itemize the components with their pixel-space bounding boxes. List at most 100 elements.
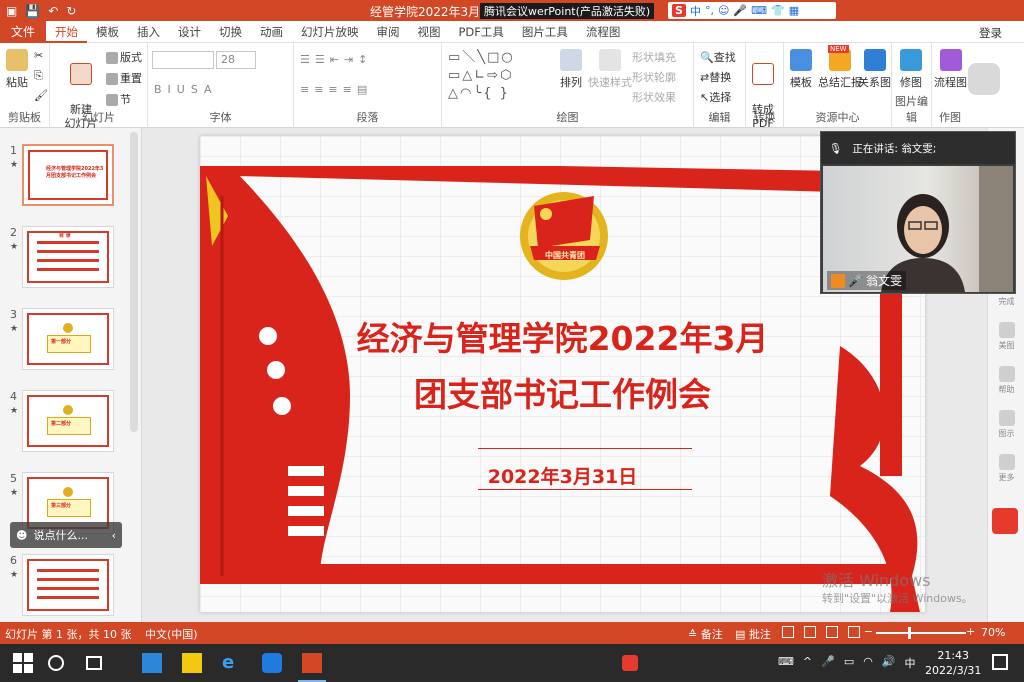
notification-icon[interactable] [992,654,1008,670]
start-button-icon[interactable] [13,653,33,673]
right-tool-2[interactable]: 帮助 [988,366,1024,395]
format-painter-icon[interactable]: 🖌 [34,89,48,102]
tray-language[interactable]: 中 [905,655,916,671]
participant-video[interactable]: 🎤 翁文雯 [823,166,1013,292]
slide-thumbnail[interactable]: 目 录 [22,226,114,288]
tab-4[interactable]: 切换 [210,21,251,43]
layout-button[interactable]: 版式 [106,49,142,65]
shape-effect-button[interactable]: 形状效果 [632,89,676,105]
red-envelope-icon[interactable] [992,508,1018,534]
tab-0[interactable]: 开始 [46,21,87,43]
redo-icon[interactable]: ↻ [66,4,76,18]
align-buttons[interactable]: ≡≡≡≡▤ [300,83,372,96]
flowchart-button[interactable]: 流程图 [934,49,967,90]
wifi-icon[interactable]: ◠ [863,655,873,671]
tab-11[interactable]: 流程图 [577,21,630,43]
zoom-level[interactable]: 70% [981,626,1005,639]
zoom-in-icon[interactable]: + [966,625,975,638]
clock[interactable]: 21:43 2022/3/31 [925,648,981,678]
font-size-select[interactable]: 28 [216,51,256,69]
slide-thumbnail[interactable]: 第一部分 [22,308,114,370]
chat-input-pill[interactable]: ☻ 说点什么... ‹ [10,522,122,548]
task-view-icon[interactable] [86,656,102,670]
slide-thumbnail[interactable] [22,554,114,616]
slide-thumbnail[interactable]: 第二部分 [22,390,114,452]
undo-icon[interactable]: ↶ [48,4,58,18]
sorter-view-icon[interactable] [804,626,816,638]
keyboard-icon[interactable]: ⌨ [751,4,767,17]
tab-10[interactable]: 图片工具 [513,21,577,43]
paste-button[interactable]: 粘贴 [6,49,28,90]
tab-8[interactable]: 视图 [409,21,450,43]
current-slide[interactable]: 中国共青团 经济与管理学院2022年3月 团支部书记工作例会 2022年3月31… [200,136,925,612]
tencent-meeting-icon[interactable] [262,653,282,673]
shape-outline-button[interactable]: 形状轮廓 [632,69,676,85]
zoom-slider[interactable] [876,632,966,634]
tab-2[interactable]: 插入 [128,21,169,43]
search-icon[interactable] [48,655,64,671]
grid-icon[interactable]: ▦ [789,4,799,17]
replace-button[interactable]: ⇄替换 [700,69,731,85]
emoji-icon[interactable]: ☺ [718,4,729,17]
zoom-out-icon[interactable]: − [864,625,873,638]
slide-title-line2[interactable]: 团支部书记工作例会 [200,368,925,416]
save-icon[interactable]: 💾 [25,4,40,18]
slide-title-line1[interactable]: 经济与管理学院2022年3月 [200,312,925,360]
tab-3[interactable]: 设计 [169,21,210,43]
skin-icon[interactable]: 👕 [771,4,785,17]
copy-icon[interactable]: ⎘ [34,69,43,83]
login-button[interactable]: 登录 [979,25,1002,41]
arrange-button[interactable]: 排列 [560,49,582,90]
ime-punct[interactable]: °, [705,4,714,17]
tab-5[interactable]: 动画 [251,21,292,43]
section-button[interactable]: 节 [106,91,131,107]
mic-icon[interactable]: 🎤 [733,4,747,17]
mail-app-icon[interactable] [142,653,162,673]
ie-browser-icon[interactable]: e [222,653,242,673]
tray-mic-icon[interactable]: 🎤 [821,655,835,671]
shapes-gallery[interactable]: ▭＼╲□○ ▭△∟⇨⬡ △◠╰{ } [448,49,556,103]
thumbnails-scrollbar[interactable] [130,132,138,432]
retouch-button[interactable]: 修图 [900,49,922,90]
volume-icon[interactable]: 🔊 [882,655,896,671]
tab-7[interactable]: 审阅 [368,21,409,43]
language-indicator[interactable]: 中文(中国) [145,626,198,642]
file-menu[interactable]: 文件 [0,20,46,43]
tab-1[interactable]: 模板 [87,21,128,43]
right-tool-4[interactable]: 更多 [988,454,1024,483]
right-tool-1[interactable]: 美图 [988,322,1024,351]
slide-date[interactable]: 2022年3月31日 [200,462,925,489]
ime-toolbar[interactable]: S 中 °, ☺ 🎤 ⌨ 👕 ▦ [668,2,836,19]
powerpoint-taskbar-icon[interactable] [302,653,322,673]
slideshow-view-icon[interactable] [848,626,860,638]
comments-button[interactable]: ▤ 批注 [735,626,771,642]
find-button[interactable]: 🔍查找 [700,49,736,65]
relation-button[interactable]: 关系图 [858,49,891,90]
list-buttons[interactable]: ☰☰⇤⇥↕ [300,53,372,66]
font-family-select[interactable] [152,51,214,69]
network-icon[interactable]: ▭ [844,655,854,671]
shape-fill-button[interactable]: 形状填充 [632,49,676,65]
ime-mode[interactable]: 中 [690,3,701,19]
select-button[interactable]: ↖选择 [700,89,731,105]
sogou-tray-icon[interactable] [622,655,638,671]
usb-drive-icon[interactable] [968,63,1000,95]
report-button[interactable]: 总结汇报 [818,49,862,90]
cut-icon[interactable]: ✂ [34,49,43,62]
file-explorer-icon[interactable] [182,653,202,673]
zoom-slider-knob[interactable] [908,627,911,639]
notes-button[interactable]: ≙ 备注 [688,626,723,642]
reset-button[interactable]: 重置 [106,70,142,86]
tab-9[interactable]: PDF工具 [450,21,513,43]
chat-collapse-icon[interactable]: ‹ [112,529,116,542]
tray-chevron-icon[interactable]: ^ [803,655,812,671]
font-format-buttons[interactable]: BIUSA [154,83,218,96]
quick-style-button[interactable]: 快速样式 [588,49,632,90]
slide-thumbnail[interactable]: 经济与管理学院2022年3月团支部书记工作例会 [22,144,114,206]
normal-view-icon[interactable] [782,626,794,638]
reading-view-icon[interactable] [826,626,838,638]
right-tool-3[interactable]: 图示 [988,410,1024,439]
keyboard-tray-icon[interactable]: ⌨ [778,655,794,671]
template-button[interactable]: 模板 [790,49,812,90]
tab-6[interactable]: 幻灯片放映 [292,21,368,43]
